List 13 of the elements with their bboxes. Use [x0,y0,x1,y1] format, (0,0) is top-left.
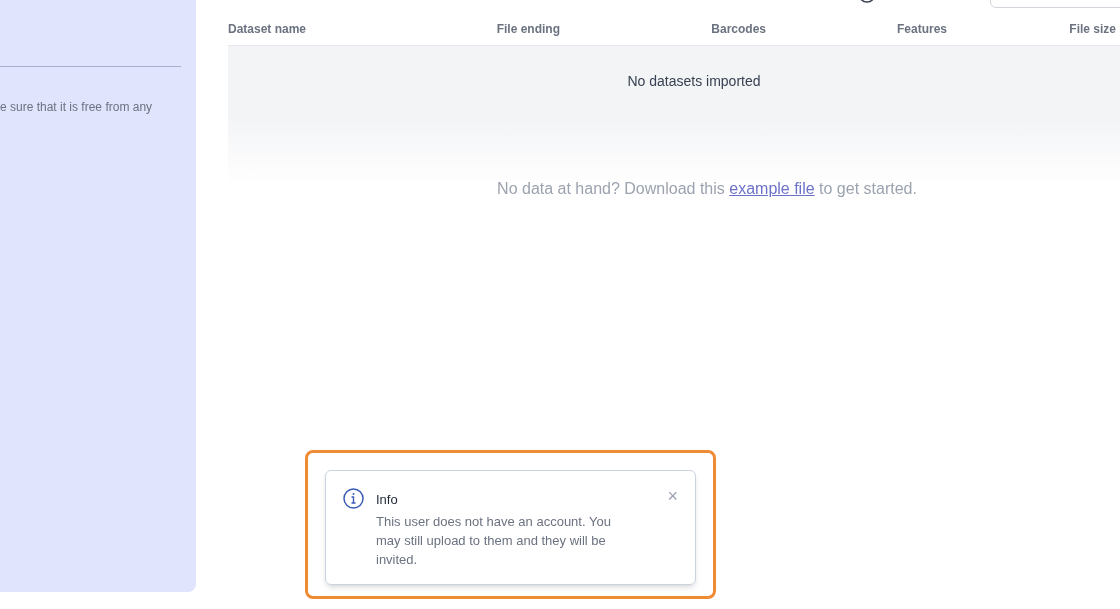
toast-message: This user does not have an account. You may still upload to them and they will be invited. [376,512,612,569]
close-button[interactable]: × [667,487,678,505]
empty-message: No datasets imported [627,72,761,89]
column-header: Features [896,20,947,38]
column-header: Barcodes [711,20,766,38]
hint-text: No data at hand? Download this example file to get started. [496,179,918,199]
column-header: Dataset name [228,20,307,38]
example-file-link[interactable]: example file [729,180,815,197]
toast-title: Info [376,491,399,509]
column-header: File size [1069,20,1116,38]
column-header: File ending [496,20,560,38]
sidebar-text: e sure that it is free from any [0,99,154,116]
info-icon [343,488,364,509]
